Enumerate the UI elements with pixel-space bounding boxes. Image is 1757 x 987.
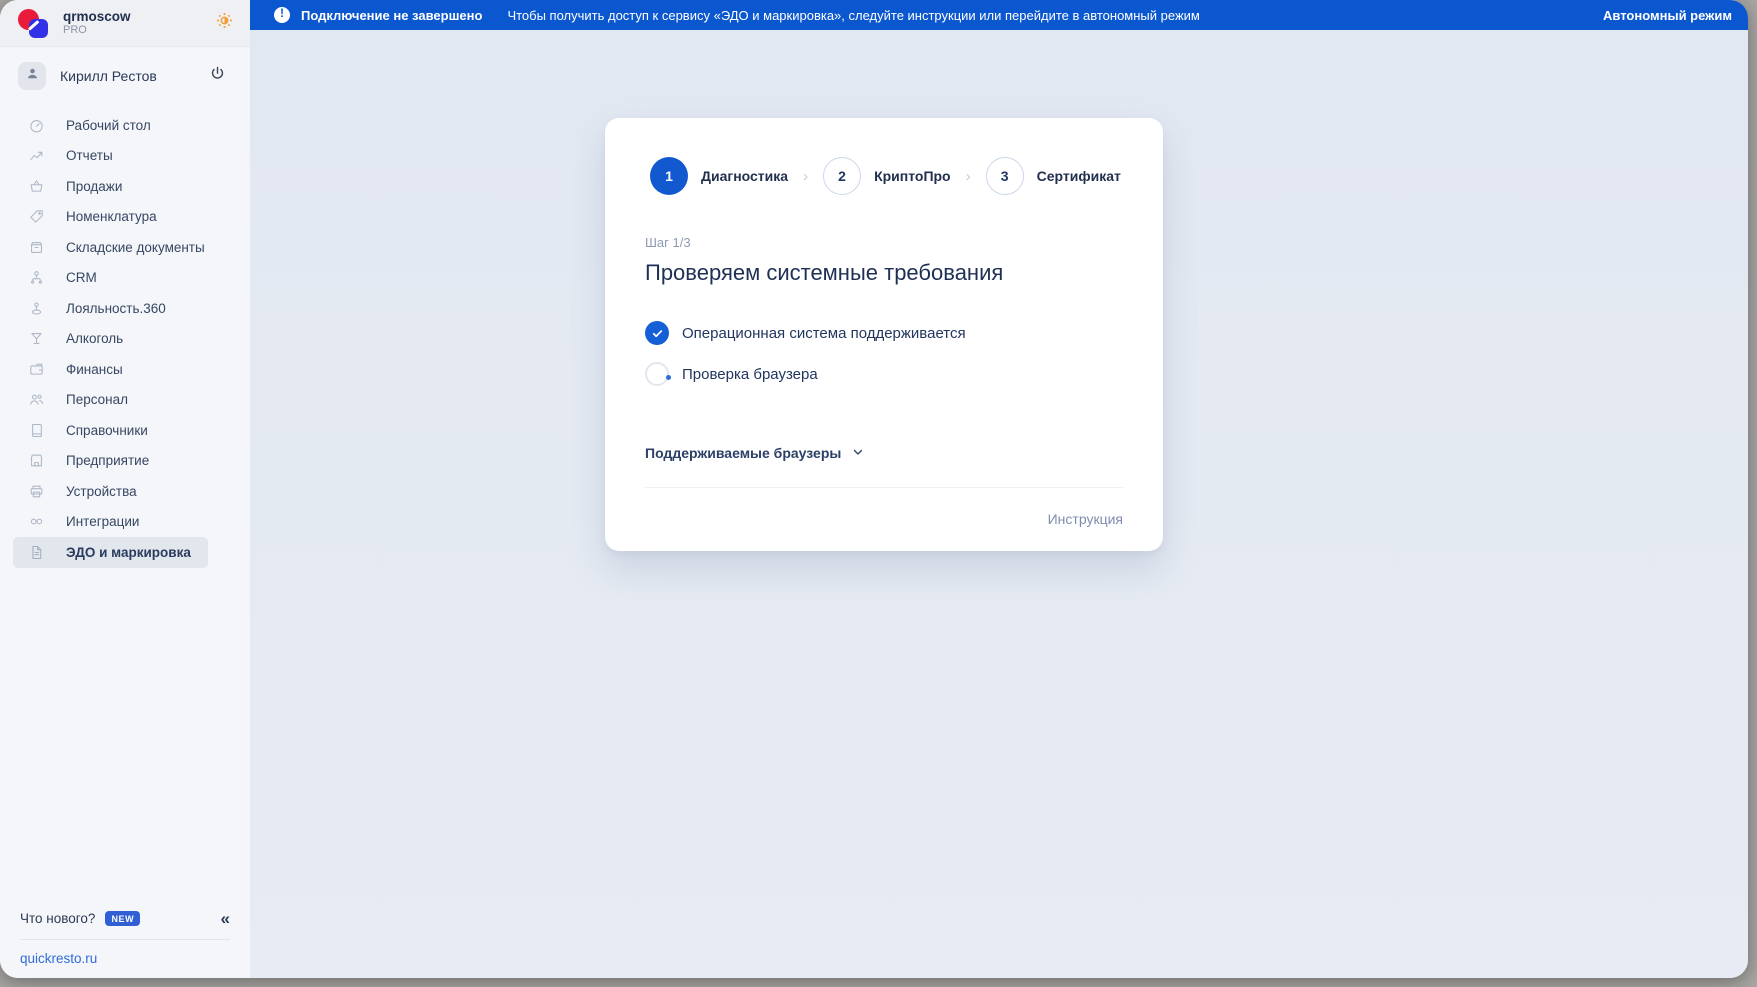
check-label: Операционная система поддерживается <box>682 325 966 342</box>
app-window: qrmoscow PRO <box>0 0 1748 978</box>
new-badge: NEW <box>105 911 140 926</box>
check-circle-icon <box>645 321 669 345</box>
sidebar-item-desktop[interactable]: Рабочий стол <box>0 110 250 141</box>
sidebar-nav: Рабочий стол Отчеты Продажи Номенклатура… <box>0 102 250 910</box>
sidebar-item-crm[interactable]: CRM <box>0 263 250 294</box>
quickresto-site-link[interactable]: quickresto.ru <box>20 940 230 966</box>
storefront-icon <box>28 452 45 469</box>
user-name: Кирилл Рестов <box>60 68 195 84</box>
power-icon <box>209 65 226 87</box>
banner-message: Чтобы получить доступ к сервису «ЭДО и м… <box>507 8 1591 23</box>
plan-label: PRO <box>63 24 131 37</box>
infinity-icon <box>28 513 45 530</box>
user-row[interactable]: Кирилл Рестов <box>0 47 250 102</box>
theme-toggle-button[interactable] <box>215 11 234 35</box>
instruction-link[interactable]: Инструкция <box>1048 511 1123 527</box>
reports-icon <box>28 147 45 164</box>
document-icon <box>28 544 45 561</box>
sidebar-item-warehouse-docs[interactable]: Складские документы <box>0 232 250 263</box>
brand-header: qrmoscow PRO <box>0 0 250 47</box>
card-title: Проверяем системные требования <box>645 259 1123 287</box>
logout-button[interactable] <box>209 65 232 87</box>
people-icon <box>28 391 45 408</box>
wallet-icon <box>28 361 45 378</box>
person-icon <box>25 66 40 86</box>
sidebar: qrmoscow PRO <box>0 0 250 978</box>
sidebar-item-reports[interactable]: Отчеты <box>0 141 250 172</box>
sidebar-item-alcohol[interactable]: Алкоголь <box>0 324 250 355</box>
check-row-browser: Проверка браузера <box>645 362 1123 386</box>
step-caption: Шаг 1/3 <box>645 235 1123 250</box>
content-area: 1 Диагностика › 2 КриптоПро › 3 Сертифик… <box>250 30 1748 978</box>
printer-icon <box>28 483 45 500</box>
step-2-circle: 2 <box>823 157 861 195</box>
sales-basket-icon <box>28 178 45 195</box>
sidebar-item-enterprise[interactable]: Предприятие <box>0 446 250 477</box>
sidebar-item-integrations[interactable]: Интеграции <box>0 507 250 538</box>
book-icon <box>28 422 45 439</box>
workspace-name: qrmoscow <box>63 9 131 25</box>
sidebar-item-nomenclature[interactable]: Номенклатура <box>0 202 250 233</box>
banner-status: Подключение не завершено <box>301 8 482 23</box>
main-area: ! Подключение не завершено Чтобы получит… <box>250 0 1748 978</box>
warehouse-box-icon <box>28 239 45 256</box>
sidebar-item-directories[interactable]: Справочники <box>0 415 250 446</box>
step-3-circle: 3 <box>986 157 1024 195</box>
martini-glass-icon <box>28 330 45 347</box>
offline-mode-button[interactable]: Автономный режим <box>1603 8 1732 23</box>
sidebar-item-finance[interactable]: Финансы <box>0 354 250 385</box>
check-label: Проверка браузера <box>682 366 818 383</box>
card-divider <box>645 487 1123 488</box>
step-3-label: Сертификат <box>1037 168 1121 184</box>
sidebar-item-devices[interactable]: Устройства <box>0 476 250 507</box>
tag-icon <box>28 208 45 225</box>
loyalty-person-icon <box>28 300 45 317</box>
sidebar-item-loyalty360[interactable]: Лояльность.360 <box>0 293 250 324</box>
toggle-label: Поддерживаемые браузеры <box>645 445 841 461</box>
step-1-label: Диагностика <box>701 168 788 184</box>
spinner-icon <box>645 362 669 386</box>
step-2-label: КриптоПро <box>874 168 951 184</box>
sidebar-footer: Что нового? NEW « quickresto.ru <box>0 910 250 978</box>
alert-icon: ! <box>274 7 290 23</box>
check-list: Операционная система поддерживается Пров… <box>645 321 1123 386</box>
user-avatar <box>18 62 46 90</box>
quickresto-logo-icon <box>18 8 48 38</box>
dashboard-icon <box>28 117 45 134</box>
chevron-right-icon: › <box>966 168 971 185</box>
supported-browsers-toggle[interactable]: Поддерживаемые браузеры <box>645 445 864 461</box>
sun-icon <box>215 11 234 35</box>
chevron-down-icon <box>852 445 864 461</box>
sidebar-item-edo-marking[interactable]: ЭДО и маркировка <box>13 537 208 568</box>
diagnostics-card: 1 Диагностика › 2 КриптоПро › 3 Сертифик… <box>605 118 1163 551</box>
check-row-os: Операционная система поддерживается <box>645 321 1123 345</box>
collapse-sidebar-button[interactable]: « <box>221 910 230 927</box>
sidebar-item-staff[interactable]: Персонал <box>0 385 250 416</box>
whats-new-link[interactable]: Что нового? <box>20 911 95 926</box>
connection-banner: ! Подключение не завершено Чтобы получит… <box>250 0 1748 30</box>
crm-orgchart-icon <box>28 269 45 286</box>
wizard-stepper: 1 Диагностика › 2 КриптоПро › 3 Сертифик… <box>650 157 1123 195</box>
chevron-right-icon: › <box>803 168 808 185</box>
step-1-circle: 1 <box>650 157 688 195</box>
sidebar-item-sales[interactable]: Продажи <box>0 171 250 202</box>
